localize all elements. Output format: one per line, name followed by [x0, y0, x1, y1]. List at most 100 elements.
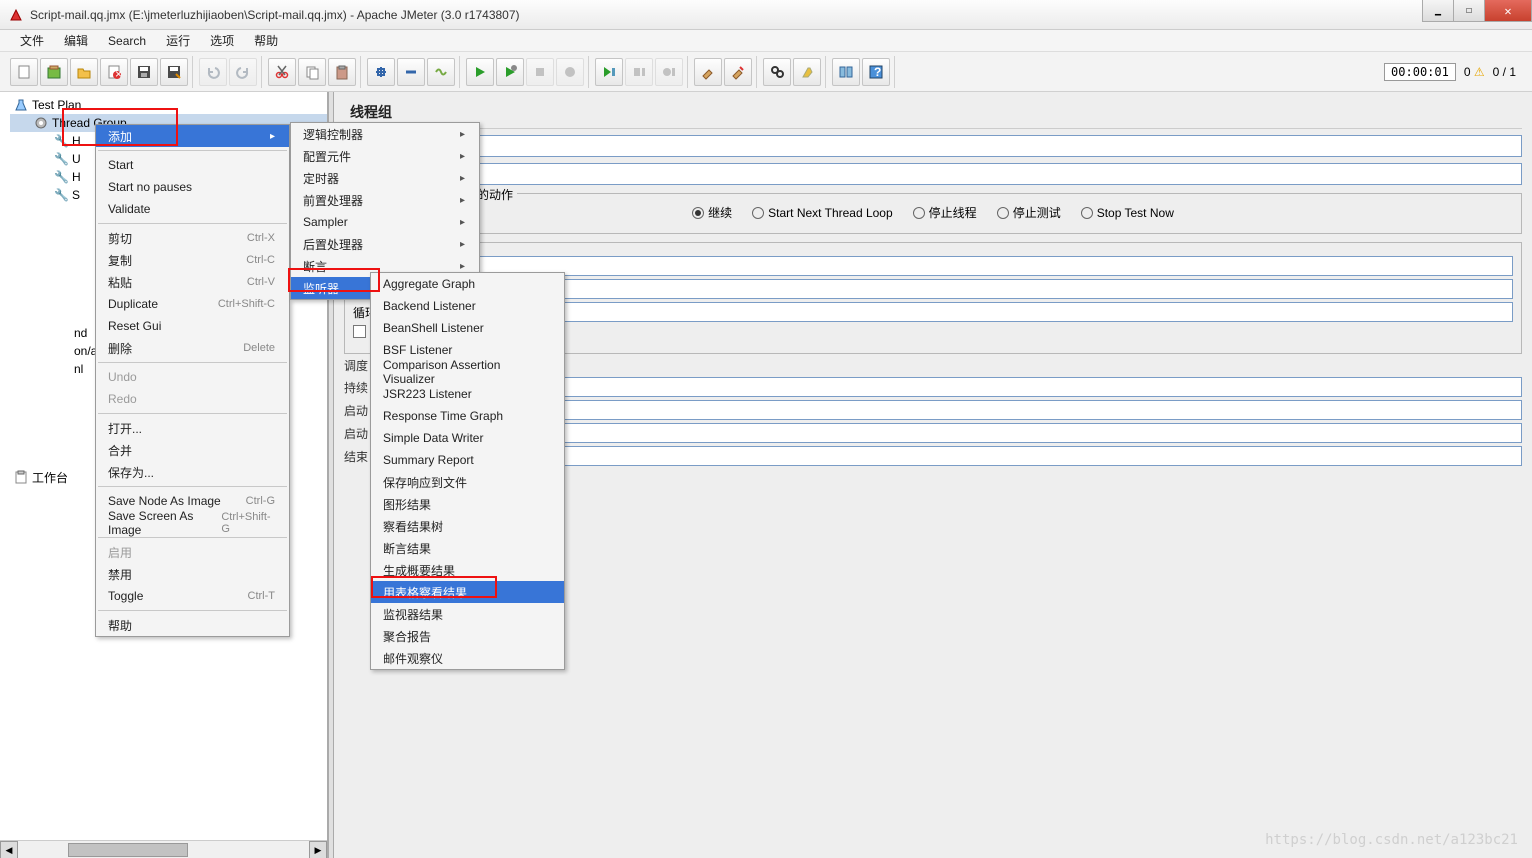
- ctx-save-screen-image[interactable]: Save Screen As ImageCtrl+Shift-G: [96, 512, 289, 534]
- menu-search[interactable]: Search: [98, 31, 156, 51]
- lst-summary-report[interactable]: Summary Report: [371, 449, 564, 471]
- lst-assertion-results[interactable]: 断言结果: [371, 537, 564, 559]
- expand-button[interactable]: [367, 58, 395, 86]
- svg-text:?: ?: [874, 65, 881, 79]
- ctx-toggle[interactable]: ToggleCtrl-T: [96, 585, 289, 607]
- sub-sampler[interactable]: Sampler: [291, 211, 479, 233]
- sub-pre-processor[interactable]: 前置处理器: [291, 189, 479, 211]
- lst-aggregate-graph[interactable]: Aggregate Graph: [371, 273, 564, 295]
- save-as-button[interactable]: [160, 58, 188, 86]
- tree-label: 工作台: [32, 469, 68, 486]
- menu-edit[interactable]: 编辑: [54, 29, 98, 52]
- radio-stop-test[interactable]: 停止测试: [997, 204, 1061, 221]
- stop-button[interactable]: [526, 58, 554, 86]
- close-button[interactable]: [1484, 0, 1532, 22]
- lst-backend-listener[interactable]: Backend Listener: [371, 295, 564, 317]
- remote-start-button[interactable]: [595, 58, 623, 86]
- ctx-start-no-pauses[interactable]: Start no pauses: [96, 176, 289, 198]
- tree-test-plan[interactable]: Test Plan: [10, 96, 327, 114]
- ctx-paste[interactable]: 粘贴Ctrl-V: [96, 271, 289, 293]
- lst-mailer-visualizer[interactable]: 邮件观察仪: [371, 647, 564, 669]
- wrench-icon: 🔧: [54, 188, 68, 202]
- help-button[interactable]: ?: [862, 58, 890, 86]
- lst-view-results-tree[interactable]: 察看结果树: [371, 515, 564, 537]
- start-no-pauses-button[interactable]: [496, 58, 524, 86]
- tree-label: H: [72, 170, 81, 184]
- ctx-disable[interactable]: 禁用: [96, 563, 289, 585]
- ctx-delete[interactable]: 删除Delete: [96, 337, 289, 359]
- ctx-start[interactable]: Start: [96, 154, 289, 176]
- menu-file[interactable]: 文件: [10, 29, 54, 52]
- clear-all-button[interactable]: [724, 58, 752, 86]
- ctx-cut[interactable]: 剪切Ctrl-X: [96, 227, 289, 249]
- ctx-merge[interactable]: 合并: [96, 439, 289, 461]
- lst-graph-results[interactable]: 图形结果: [371, 493, 564, 515]
- scroll-left-arrow[interactable]: ◀: [0, 841, 18, 858]
- name-input[interactable]: [344, 135, 1522, 157]
- scroll-right-arrow[interactable]: ▶: [309, 841, 327, 858]
- lst-save-response-file[interactable]: 保存响应到文件: [371, 471, 564, 493]
- maximize-button[interactable]: [1453, 0, 1485, 22]
- cut-button[interactable]: [268, 58, 296, 86]
- reset-search-button[interactable]: [793, 58, 821, 86]
- loop-count-input[interactable]: [402, 302, 1513, 322]
- save-button[interactable]: [130, 58, 158, 86]
- lst-view-results-in-table[interactable]: 用表格察看结果: [371, 581, 564, 603]
- lst-jsr223-listener[interactable]: JSR223 Listener: [371, 383, 564, 405]
- ctx-copy[interactable]: 复制Ctrl-C: [96, 249, 289, 271]
- copy-button[interactable]: [298, 58, 326, 86]
- ctx-add[interactable]: 添加: [96, 125, 289, 147]
- remote-stop-button[interactable]: [625, 58, 653, 86]
- delay-checkbox[interactable]: [353, 325, 366, 338]
- sub-timer[interactable]: 定时器: [291, 167, 479, 189]
- shutdown-button[interactable]: [556, 58, 584, 86]
- clear-button[interactable]: [694, 58, 722, 86]
- toggle-button[interactable]: [427, 58, 455, 86]
- horizontal-scrollbar[interactable]: ◀ ▶: [0, 840, 327, 858]
- ctx-reset-gui[interactable]: Reset Gui: [96, 315, 289, 337]
- lst-beanshell-listener[interactable]: BeanShell Listener: [371, 317, 564, 339]
- radio-label: 停止线程: [929, 204, 977, 221]
- lst-monitor-results[interactable]: 监视器结果: [371, 603, 564, 625]
- sub-logic-controller[interactable]: 逻辑控制器: [291, 123, 479, 145]
- close-file-button[interactable]: ×: [100, 58, 128, 86]
- paste-button[interactable]: [328, 58, 356, 86]
- radio-label: 停止测试: [1013, 204, 1061, 221]
- search-button[interactable]: [763, 58, 791, 86]
- radio-label: 继续: [708, 204, 732, 221]
- menu-run[interactable]: 运行: [156, 29, 200, 52]
- lst-response-time-graph[interactable]: Response Time Graph: [371, 405, 564, 427]
- radio-stop-test-now[interactable]: Stop Test Now: [1081, 206, 1174, 220]
- watermark: https://blog.csdn.net/a123bc21: [1265, 832, 1518, 848]
- menu-options[interactable]: 选项: [200, 29, 244, 52]
- radio-start-next-loop[interactable]: Start Next Thread Loop: [752, 206, 893, 220]
- undo-button[interactable]: [199, 58, 227, 86]
- ctx-save-as[interactable]: 保存为...: [96, 461, 289, 483]
- lst-simple-data-writer[interactable]: Simple Data Writer: [371, 427, 564, 449]
- minimize-button[interactable]: [1422, 0, 1454, 22]
- menu-help[interactable]: 帮助: [244, 29, 288, 52]
- redo-button[interactable]: [229, 58, 257, 86]
- ctx-open[interactable]: 打开...: [96, 417, 289, 439]
- start-button[interactable]: [466, 58, 494, 86]
- ctx-validate[interactable]: Validate: [96, 198, 289, 220]
- new-button[interactable]: [10, 58, 38, 86]
- lst-generate-summary[interactable]: 生成概要结果: [371, 559, 564, 581]
- sub-post-processor[interactable]: 后置处理器: [291, 233, 479, 255]
- svg-text:×: ×: [115, 67, 122, 80]
- lst-aggregate-report[interactable]: 聚合报告: [371, 625, 564, 647]
- flask-icon: [14, 98, 28, 112]
- open-button[interactable]: [70, 58, 98, 86]
- comments-input[interactable]: [344, 163, 1522, 185]
- templates-button[interactable]: [40, 58, 68, 86]
- collapse-button[interactable]: [397, 58, 425, 86]
- remote-shutdown-button[interactable]: [655, 58, 683, 86]
- radio-continue[interactable]: 继续: [692, 204, 732, 221]
- ctx-duplicate[interactable]: DuplicateCtrl+Shift-C: [96, 293, 289, 315]
- function-helper-button[interactable]: [832, 58, 860, 86]
- lst-comparison-visualizer[interactable]: Comparison Assertion Visualizer: [371, 361, 564, 383]
- ctx-help[interactable]: 帮助: [96, 614, 289, 636]
- radio-stop-thread[interactable]: 停止线程: [913, 204, 977, 221]
- scroll-thumb[interactable]: [68, 843, 188, 857]
- sub-config-element[interactable]: 配置元件: [291, 145, 479, 167]
